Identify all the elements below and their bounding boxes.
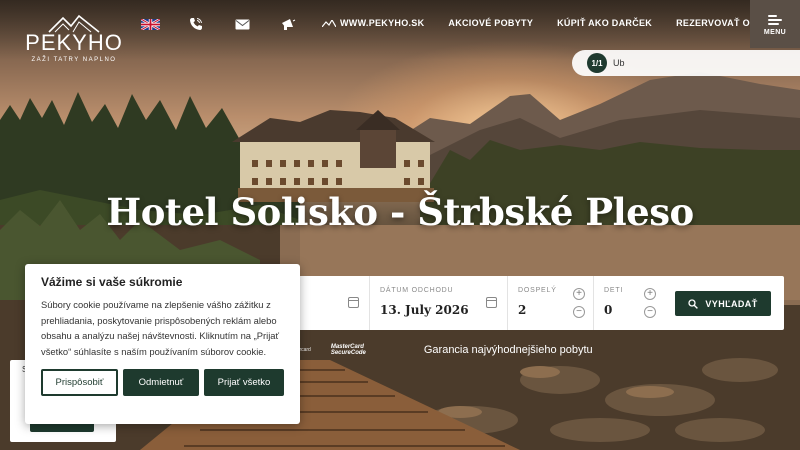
hamburger-icon xyxy=(768,13,782,27)
calendar-icon xyxy=(348,297,359,308)
booking-bar: OU 6 DÁTUM ODCHODU 13. July 2026 DOSPELÝ… xyxy=(245,276,784,330)
cookie-reject-button[interactable]: Odmietnuť xyxy=(123,369,199,396)
brand-name: PEKYHO xyxy=(25,30,123,55)
brand-tagline: ZAŽI TATRY NAPLNO xyxy=(31,57,117,63)
nav-special-offers[interactable]: AKCIOVÉ POBYTY xyxy=(448,18,533,28)
cookie-title: Vážime si vaše súkromie xyxy=(41,275,183,289)
search-button[interactable]: VYHĽADAŤ xyxy=(675,291,771,316)
securecode-logo: MasterCard SecureCode xyxy=(331,344,366,356)
calendar-icon xyxy=(486,297,497,308)
nav-website[interactable]: WWW.PEKYHO.SK xyxy=(322,18,424,28)
cookie-customize-button[interactable]: Prispôsobiť xyxy=(41,369,118,396)
children-plus-icon[interactable]: + xyxy=(644,288,656,300)
megaphone-icon[interactable] xyxy=(278,16,298,32)
promo-counter: 1/1 xyxy=(587,53,607,73)
adults-plus-icon[interactable]: + xyxy=(573,288,585,300)
departure-date-value: 13. July 2026 xyxy=(380,303,469,317)
securecode-line-2: SecureCode xyxy=(330,350,366,356)
nav-buy-as-gift[interactable]: KÚPIŤ AKO DARČEK xyxy=(557,18,652,28)
adults-field: DOSPELÝ 2 + − xyxy=(508,276,594,330)
mail-icon[interactable] xyxy=(232,16,252,32)
promo-text: Ub xyxy=(613,58,625,68)
departure-date-field[interactable]: DÁTUM ODCHODU 13. July 2026 xyxy=(370,276,508,330)
page-title: Hotel Solisko - Štrbské Pleso xyxy=(106,190,694,234)
search-button-label: VYHĽADAŤ xyxy=(705,298,758,309)
promo-strip[interactable]: 1/1 Ub xyxy=(572,50,800,76)
brand-logo[interactable]: PEKYHO ZAŽI TATRY NAPLNO xyxy=(24,14,124,63)
uk-flag-icon[interactable] xyxy=(140,16,160,32)
payment-row: astercard MasterCard SecureCode Garancia… xyxy=(290,344,593,356)
cookie-consent-dialog: Vážime si vaše súkromie Súbory cookie po… xyxy=(25,264,300,424)
children-minus-icon[interactable]: − xyxy=(644,306,656,318)
mountain-icon xyxy=(322,19,336,27)
departure-date-label: DÁTUM ODCHODU xyxy=(380,287,454,294)
children-field: DETI 0 + − xyxy=(594,276,664,330)
cookie-body: Súbory cookie používame na zlepšenie váš… xyxy=(41,299,280,357)
adults-minus-icon[interactable]: − xyxy=(573,306,585,318)
menu-button[interactable]: MENU xyxy=(750,0,800,48)
best-price-guarantee: Garancia najvýhodnejšieho pobytu xyxy=(423,344,593,356)
nav-website-label: WWW.PEKYHO.SK xyxy=(340,18,425,28)
phone-icon[interactable] xyxy=(186,16,206,32)
main-nav: WWW.PEKYHO.SK AKCIOVÉ POBYTY KÚPIŤ AKO D… xyxy=(322,18,778,28)
cookie-accept-all-button[interactable]: Prijať všetko xyxy=(204,369,284,396)
search-icon xyxy=(688,298,699,309)
menu-label: MENU xyxy=(763,28,787,36)
header-icons xyxy=(140,16,298,32)
cookie-actions: Prispôsobiť Odmietnuť Prijať všetko xyxy=(41,369,284,396)
